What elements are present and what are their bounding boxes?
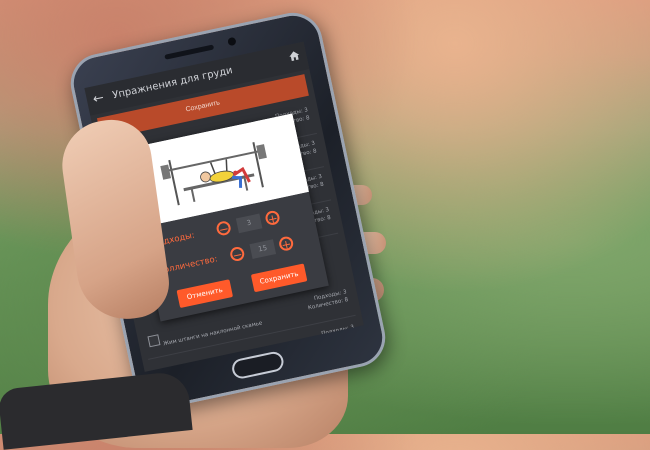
exercise-stats: Подходы: 3 Количество: 8 [306, 288, 349, 312]
count-decrement-button[interactable]: − [228, 245, 246, 263]
count-increment-button[interactable]: + [277, 235, 295, 253]
count-input[interactable]: 15 [249, 239, 277, 259]
dialog-save-button[interactable]: Сохранить [250, 263, 308, 293]
home-icon[interactable] [287, 49, 301, 63]
front-camera [227, 36, 237, 47]
minus-icon: − [217, 221, 231, 238]
minus-icon: − [231, 247, 244, 263]
sets-count: Подходы: 3 [320, 324, 355, 338]
sets-input[interactable]: 3 [235, 213, 263, 234]
sets-decrement-button[interactable]: − [215, 220, 232, 237]
exercise-checkbox[interactable] [147, 334, 161, 348]
plus-icon: + [266, 210, 280, 227]
back-arrow-icon[interactable]: ← [92, 91, 106, 108]
plus-icon: + [280, 236, 293, 253]
exercise-checkbox[interactable] [154, 369, 168, 372]
exercise-stats: Подходы: 3 Количество: 8 [313, 323, 356, 347]
cancel-button[interactable]: Отменить [176, 279, 234, 309]
phone-speaker [164, 44, 215, 60]
home-button[interactable] [230, 349, 286, 381]
sets-increment-button[interactable]: + [264, 209, 281, 227]
